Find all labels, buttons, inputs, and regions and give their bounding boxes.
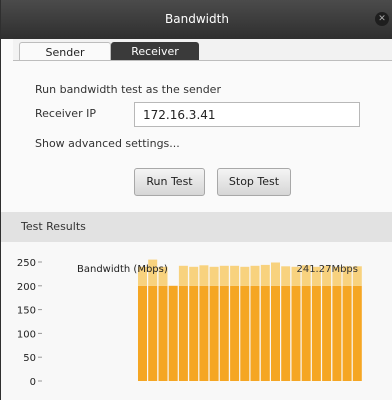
bandwidth-bar [311, 285, 321, 381]
bandwidth-bar-top [240, 266, 250, 286]
current-bandwidth-value: 241.27Mbps [296, 264, 358, 275]
y-tick-label: 150 [17, 306, 36, 317]
bandwidth-bar-top [209, 266, 219, 286]
bandwidth-bar [219, 285, 229, 381]
bandwidth-bar [301, 285, 311, 381]
bandwidth-bar [138, 285, 147, 381]
bandwidth-bar-top [281, 266, 291, 286]
tab-receiver[interactable]: Receiver [111, 42, 199, 61]
bandwidth-bar [260, 285, 270, 381]
bandwidth-bar [332, 285, 342, 381]
bandwidth-bar-top [260, 264, 270, 286]
chart-title: Bandwidth (Mbps) [77, 264, 168, 275]
stop-test-button[interactable]: Stop Test [217, 168, 291, 196]
bandwidth-bar-top [178, 265, 188, 286]
bandwidth-bar-top [230, 265, 240, 286]
bandwidth-bar-top [189, 266, 199, 286]
bandwidth-bar [322, 285, 332, 381]
bandwidth-bar-top [271, 262, 280, 286]
tab-bar: Sender Receiver [13, 39, 392, 61]
run-test-button[interactable]: Run Test [134, 168, 205, 196]
bandwidth-window: Bandwidth ✕ Sender Receiver Run bandwidt… [0, 0, 392, 400]
bandwidth-bar [342, 285, 352, 381]
test-results-title: Test Results [21, 220, 86, 233]
bandwidth-bar [281, 285, 291, 381]
bandwidth-chart: 0 50 100 150 200 250 Bandwidth (Mbps) 241.27M… [17, 258, 362, 388]
bandwidth-bar [168, 285, 178, 381]
y-tick-label: 50 [23, 353, 36, 364]
receiver-ip-input[interactable] [134, 102, 360, 127]
sender-description: Run bandwidth test as the sender [35, 83, 221, 96]
test-results-header: Test Results [1, 212, 392, 242]
bandwidth-bar [158, 285, 168, 381]
tab-sender[interactable]: Sender [19, 42, 111, 61]
bandwidth-bar-top [219, 265, 229, 286]
bandwidth-bar-top [250, 265, 260, 286]
bandwidth-bar [352, 285, 362, 381]
y-tick-label: 250 [17, 258, 36, 269]
bandwidth-bar [178, 285, 188, 381]
bandwidth-bar [230, 285, 240, 381]
y-tick-label: 200 [17, 282, 36, 293]
bandwidth-bar [291, 285, 301, 381]
receiver-ip-label: Receiver IP [35, 107, 96, 120]
y-tick-label: 100 [17, 329, 36, 340]
bandwidth-bar [209, 285, 219, 381]
y-tick-label: 0 [30, 377, 36, 388]
bandwidth-bar [148, 285, 158, 381]
bandwidth-bar [271, 285, 280, 381]
close-icon[interactable]: ✕ [375, 12, 389, 26]
bandwidth-bar [240, 285, 250, 381]
tab-divider [13, 60, 392, 61]
show-advanced-settings-link[interactable]: Show advanced settings... [35, 137, 180, 150]
bandwidth-bar [199, 285, 209, 381]
title-bar: Bandwidth ✕ [1, 0, 392, 39]
window-title: Bandwidth [165, 12, 229, 26]
bandwidth-bar [250, 285, 260, 381]
bandwidth-bar-top [199, 265, 209, 286]
bandwidth-bar [189, 285, 199, 381]
